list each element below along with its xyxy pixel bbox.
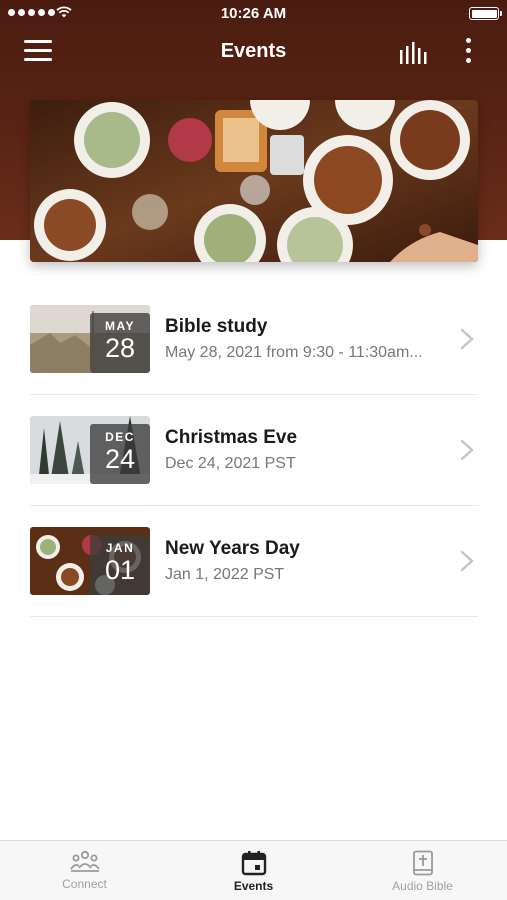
event-subtitle: Dec 24, 2021 PST (165, 455, 296, 472)
date-month: JAN (105, 541, 135, 555)
audio-bars-icon[interactable] (398, 40, 430, 66)
chevron-right-icon (460, 550, 474, 572)
event-list: MAY 28 Bible study May 28, 2021 from 9:3… (30, 284, 478, 617)
event-title: Christmas Eve (165, 427, 298, 448)
date-badge: JAN 01 (90, 535, 150, 595)
chevron-right-icon (460, 328, 474, 350)
chevron-right-icon (460, 439, 474, 461)
event-thumbnail: MAY 28 (30, 305, 150, 373)
event-thumbnail: JAN 01 (30, 527, 150, 595)
tab-connect[interactable]: Connect (0, 841, 169, 900)
event-subtitle: Jan 1, 2022 PST (165, 566, 285, 583)
tab-label: Connect (62, 877, 107, 891)
more-options-icon[interactable] (458, 38, 478, 68)
tab-events[interactable]: Events (169, 841, 338, 900)
event-row-christmas-eve[interactable]: DEC 24 Christmas Eve Dec 24, 2021 PST (30, 395, 478, 506)
hero-image (30, 100, 478, 262)
event-subtitle: May 28, 2021 from 9:30 - 11:30am... (165, 344, 423, 361)
nav-bar: Events (0, 30, 507, 76)
date-badge: DEC 24 (90, 424, 150, 484)
event-row-bible-study[interactable]: MAY 28 Bible study May 28, 2021 from 9:3… (30, 284, 478, 395)
battery-icon (469, 7, 502, 20)
date-month: DEC (105, 430, 135, 444)
tab-audio-bible[interactable]: Audio Bible (338, 841, 507, 900)
event-title: New Years Day (165, 538, 300, 559)
tab-label: Audio Bible (392, 879, 453, 893)
date-badge: MAY 28 (90, 313, 150, 373)
bible-icon (412, 850, 433, 876)
date-day: 24 (104, 444, 136, 474)
events-screen: 10:26 AM Events MAY 28 Bible study May 2… (0, 0, 507, 900)
event-title: Bible study (165, 316, 268, 337)
event-row-new-years-day[interactable]: JAN 01 New Years Day Jan 1, 2022 PST (30, 506, 478, 617)
tab-label: Events (233, 879, 274, 893)
page-title: Events (220, 40, 287, 62)
people-icon (69, 850, 100, 872)
status-time: 10:26 AM (220, 5, 287, 22)
date-day: 01 (104, 555, 136, 585)
status-bar: 10:26 AM (0, 0, 507, 28)
event-thumbnail: DEC 24 (30, 416, 150, 484)
tab-bar: Connect Events Audio Bible (0, 840, 507, 900)
date-month: MAY (104, 319, 136, 333)
calendar-icon (241, 851, 266, 876)
date-day: 28 (104, 333, 136, 363)
